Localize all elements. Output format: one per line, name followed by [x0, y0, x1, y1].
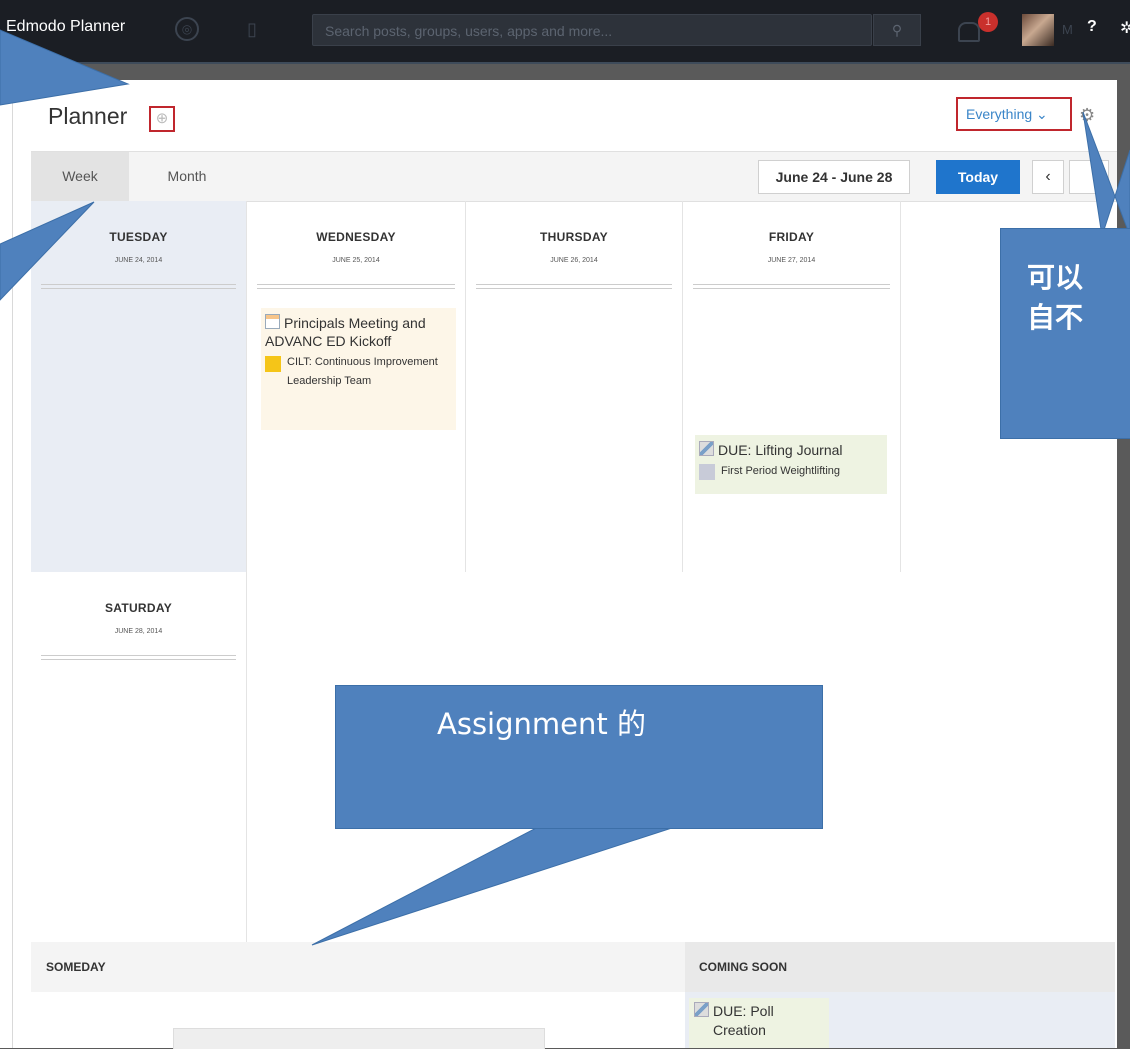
- settings-gear-icon[interactable]: ⚙: [1079, 105, 1095, 126]
- day-date: JUNE 24, 2014: [114, 257, 163, 264]
- notification-badge: 1: [978, 12, 998, 32]
- add-event-button[interactable]: ⊕: [149, 106, 175, 132]
- book-icon[interactable]: ▯: [240, 17, 264, 41]
- day-name: THURSDAY: [540, 230, 608, 244]
- date-range-button[interactable]: June 24 - June 28: [758, 160, 910, 194]
- assignment-card[interactable]: DUE: Lifting Journal First Period Weight…: [695, 435, 887, 494]
- top-nav-bar: Edmodo Planner ◎ ▯ Search posts, groups,…: [0, 0, 1130, 64]
- coming-soon-section-header: COMING SOON: [685, 942, 1115, 992]
- divider: [41, 655, 236, 660]
- app-brand[interactable]: Edmodo Planner: [6, 18, 125, 36]
- planner-panel: Planner ⊕ Everything ⌄ ⚙ Week Month June…: [12, 80, 1117, 1049]
- today-button[interactable]: Today: [936, 160, 1020, 194]
- coming-item-title: DUE: Poll: [713, 1003, 774, 1019]
- coming-item-sub: Creation: [713, 1022, 766, 1038]
- compass-icon[interactable]: ◎: [175, 17, 199, 41]
- day-date: JUNE 28, 2014: [114, 628, 163, 635]
- page-title: Planner: [48, 103, 128, 129]
- day-name: SATURDAY: [104, 601, 173, 615]
- search-button[interactable]: ⚲: [873, 14, 921, 46]
- pencil-icon: [694, 1002, 709, 1017]
- someday-section-header: SOMEDAY: [31, 942, 685, 992]
- coming-soon-item[interactable]: DUE: Poll Creation: [689, 998, 829, 1048]
- day-name: TUESDAY: [109, 230, 168, 244]
- callout-right-text: 可以 自不: [1027, 258, 1083, 338]
- event-group-label: CILT: Continuous Improvement Leadership …: [287, 356, 438, 387]
- callout-right-line2: 自不: [1027, 301, 1084, 334]
- divider: [41, 284, 236, 289]
- event-title: Principals Meeting and ADVANC ED Kickoff: [265, 315, 426, 349]
- group-color-swatch: [265, 356, 281, 372]
- day-column-tuesday[interactable]: TUESDAY JUNE 24, 2014: [31, 201, 247, 572]
- assignment-group: First Period Weightlifting: [699, 462, 883, 480]
- day-column-friday[interactable]: FRIDAY JUNE 27, 2014: [683, 201, 901, 572]
- day-name: FRIDAY: [768, 230, 815, 244]
- user-menu[interactable]: M: [1062, 22, 1073, 37]
- callout-bottom-text: Assignment 的: [437, 707, 646, 741]
- someday-placeholder: [173, 1028, 545, 1049]
- bell-icon[interactable]: [958, 22, 980, 42]
- day-date: JUNE 25, 2014: [332, 257, 380, 264]
- assignment-group-label: First Period Weightlifting: [721, 465, 841, 477]
- assignment-title: DUE: Lifting Journal: [718, 442, 843, 458]
- callout-right-line1: 可以: [1027, 261, 1084, 294]
- view-toolbar: Week Month June 24 - June 28 Today ‹: [31, 151, 1117, 202]
- help-button[interactable]: ?: [1087, 18, 1097, 36]
- divider: [476, 284, 672, 289]
- day-column-thursday[interactable]: THURSDAY JUNE 26, 2014: [466, 201, 683, 572]
- pencil-icon: [699, 441, 714, 456]
- group-color-swatch: [699, 464, 715, 480]
- event-card[interactable]: Principals Meeting and ADVANC ED Kickoff…: [261, 308, 456, 430]
- avatar[interactable]: [1022, 14, 1054, 46]
- divider: [257, 284, 455, 289]
- next-week-button[interactable]: [1069, 160, 1109, 194]
- filter-dropdown[interactable]: Everything ⌄: [956, 97, 1072, 131]
- day-name: WEDNESDAY: [316, 230, 396, 244]
- search-input[interactable]: Search posts, groups, users, apps and mo…: [312, 14, 872, 46]
- tab-week[interactable]: Week: [31, 152, 129, 201]
- day-date: JUNE 27, 2014: [767, 257, 816, 264]
- calendar-icon: [265, 314, 280, 329]
- event-group: CILT: Continuous Improvement Leadership …: [265, 353, 452, 391]
- divider: [693, 284, 890, 289]
- tab-month[interactable]: Month: [138, 152, 236, 201]
- day-date: JUNE 26, 2014: [550, 257, 598, 264]
- day-column-saturday[interactable]: SATURDAY JUNE 28, 2014: [31, 572, 247, 942]
- prev-week-button[interactable]: ‹: [1032, 160, 1064, 194]
- gear-icon[interactable]: ✲: [1120, 18, 1130, 38]
